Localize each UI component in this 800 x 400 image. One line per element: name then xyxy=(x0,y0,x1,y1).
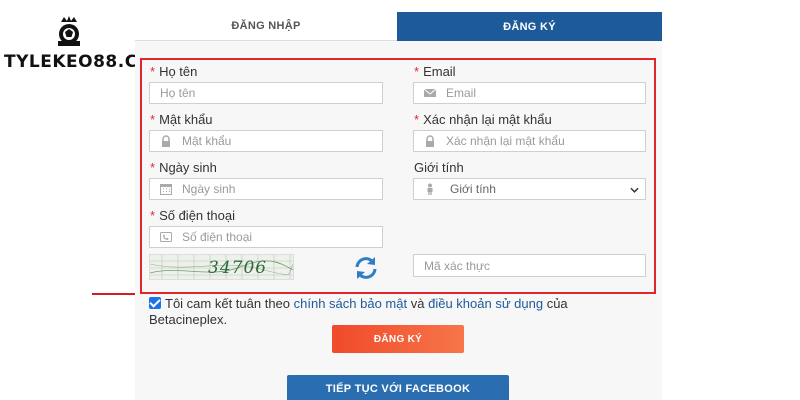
tab-register[interactable]: ĐĂNG KÝ xyxy=(397,12,662,41)
confirm-password-placeholder: Xác nhận lại mật khẩu xyxy=(446,134,565,148)
birthday-label: * Ngày sinh xyxy=(150,160,217,175)
gender-select[interactable]: Giới tính xyxy=(413,178,646,200)
terms-of-use-link[interactable]: điều khoản sử dụng xyxy=(428,296,543,311)
phone-icon xyxy=(160,232,172,242)
password-label: * Mật khẩu xyxy=(150,112,213,127)
password-placeholder: Mật khẩu xyxy=(182,134,232,148)
fullname-input[interactable]: Họ tên xyxy=(149,82,383,104)
captcha-image: 34706 xyxy=(149,254,294,280)
phone-label: * Số điện thoại xyxy=(150,208,235,223)
agree-text-before: Tôi cam kết tuân theo xyxy=(165,296,291,311)
chevron-down-icon xyxy=(630,187,639,193)
birthday-input[interactable]: Ngày sinh xyxy=(149,178,383,200)
site-logo[interactable]: TYLEKEO88.CC xyxy=(4,14,150,74)
email-placeholder: Email xyxy=(446,86,477,100)
envelope-icon xyxy=(424,88,436,97)
password-input[interactable]: Mật khẩu xyxy=(149,130,383,152)
phone-placeholder: Số điện thoại xyxy=(182,230,253,244)
gender-label: Giới tính xyxy=(414,160,464,175)
auth-panel: ĐĂNG NHẬP ĐĂNG KÝ * Họ tên Họ tên * Email … xyxy=(135,12,662,400)
captcha-placeholder: Mã xác thực xyxy=(424,258,491,273)
facebook-login-button[interactable]: TIẾP TỤC VỚI FACEBOOK xyxy=(287,375,509,400)
lock-icon xyxy=(162,135,170,147)
required-mark: * xyxy=(414,64,420,79)
fullname-label: * Họ tên xyxy=(150,64,198,79)
auth-tabs: ĐĂNG NHẬP ĐĂNG KÝ xyxy=(135,12,662,41)
captcha-input[interactable]: Mã xác thực xyxy=(413,254,646,277)
person-icon xyxy=(427,183,433,195)
page: TYLEKEO88.CC ĐĂNG NHẬP ĐĂNG KÝ * Họ tên H… xyxy=(0,0,800,400)
required-mark: * xyxy=(414,112,420,127)
birthday-placeholder: Ngày sinh xyxy=(182,182,236,196)
refresh-captcha-icon[interactable] xyxy=(353,256,379,280)
required-mark: * xyxy=(150,208,156,223)
football-crown-icon xyxy=(58,16,80,46)
required-mark: * xyxy=(150,112,156,127)
calendar-icon xyxy=(160,184,172,195)
captcha-code: 34706 xyxy=(208,258,268,278)
required-mark: * xyxy=(150,64,156,79)
required-mark: * xyxy=(150,160,156,175)
arrow-to-checkbox xyxy=(92,289,146,299)
email-input[interactable]: Email xyxy=(413,82,646,104)
logo-text: TYLEKEO88.CC xyxy=(4,52,151,72)
confirm-password-input[interactable]: Xác nhận lại mật khẩu xyxy=(413,130,646,152)
agree-checkbox[interactable] xyxy=(149,297,161,309)
privacy-policy-link[interactable]: chính sách bảo mật xyxy=(294,296,407,311)
email-label: * Email xyxy=(414,64,456,79)
agree-text-and: và xyxy=(410,296,425,311)
gender-selected: Giới tính xyxy=(450,182,496,196)
terms-agreement: Tôi cam kết tuân theo chính sách bảo mật… xyxy=(149,296,629,328)
tab-login[interactable]: ĐĂNG NHẬP xyxy=(135,12,397,41)
lock-icon xyxy=(426,135,434,147)
confirm-password-label: * Xác nhận lại mật khẩu xyxy=(414,112,552,127)
register-button[interactable]: ĐĂNG KÝ xyxy=(332,325,464,353)
fullname-placeholder: Họ tên xyxy=(160,86,196,100)
phone-input[interactable]: Số điện thoại xyxy=(149,226,383,248)
